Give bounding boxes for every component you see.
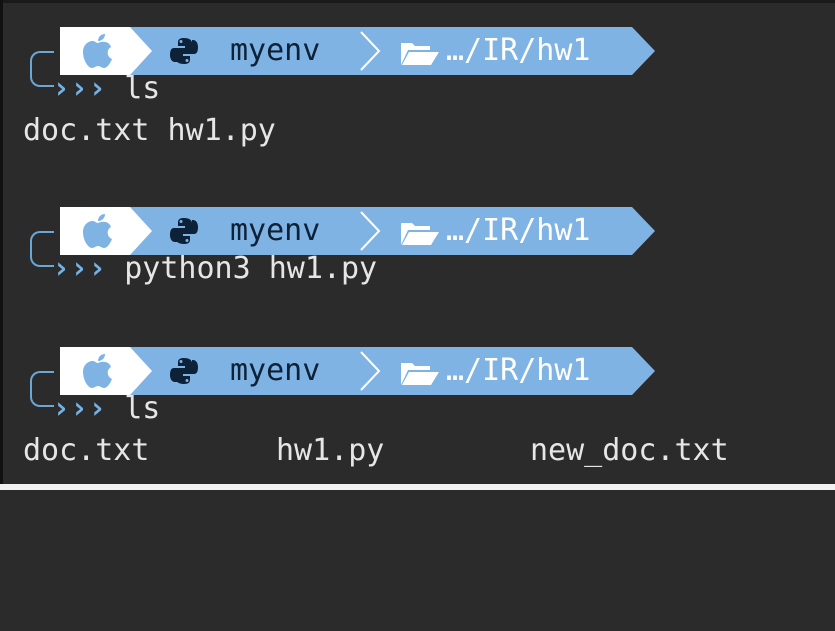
open-folder-icon (401, 43, 439, 65)
prompt-symbol: ››› (52, 391, 107, 426)
window-top-edge (0, 0, 835, 3)
prompt-connector (30, 231, 54, 267)
env-name: myenv (230, 213, 321, 248)
prompt-connector (30, 371, 54, 407)
chevron-right-icon (360, 351, 381, 391)
chevron-right-icon (360, 31, 381, 71)
command-text: ls (124, 71, 161, 106)
python-icon (170, 38, 198, 64)
prompt-connector (30, 51, 54, 87)
prompt-symbol: ››› (52, 251, 107, 286)
window-left-edge (0, 0, 3, 490)
command-line[interactable]: ››› python3 hw1.py (52, 249, 377, 289)
current-path: …/IR/hw1 (446, 353, 591, 388)
env-name: myenv (230, 33, 321, 68)
output-text: doc.txt hw1.py (23, 113, 276, 148)
apple-icon (83, 34, 112, 68)
output-file: new_doc.txt (530, 433, 729, 468)
command-output: doc.txt hw1.py (23, 111, 276, 151)
window-bottom-edge (0, 484, 835, 490)
chevron-right-icon (360, 211, 381, 251)
python-icon (170, 358, 198, 384)
current-path: …/IR/hw1 (446, 33, 591, 68)
python-icon (170, 218, 198, 244)
command-output: doc.txt hw1.py new_doc.txt (23, 431, 729, 471)
command-line[interactable]: ››› ls (52, 389, 160, 429)
command-line[interactable]: ››› ls (52, 69, 160, 109)
env-name: myenv (230, 353, 321, 388)
terminal-window[interactable]: myenv …/IR/hw1 ››› ls doc.txt hw1.py mye… (0, 0, 835, 490)
apple-icon (83, 214, 112, 248)
command-text: python3 hw1.py (124, 251, 378, 286)
output-file: doc.txt (23, 433, 150, 468)
open-folder-icon (401, 223, 439, 245)
prompt-symbol: ››› (52, 71, 107, 106)
open-folder-icon (401, 363, 439, 385)
output-file: hw1.py (276, 433, 385, 468)
command-text: ls (124, 391, 161, 426)
current-path: …/IR/hw1 (446, 213, 591, 248)
apple-icon (83, 354, 112, 388)
